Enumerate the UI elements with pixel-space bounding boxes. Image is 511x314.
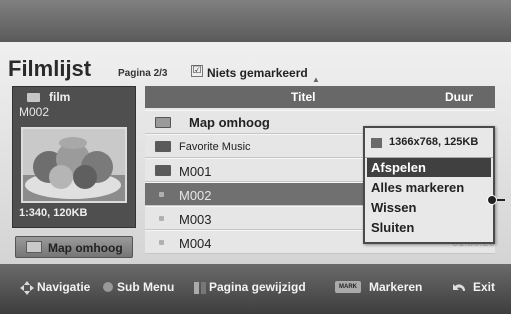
preview-info: 1:340, 120KB xyxy=(19,207,88,219)
hint-mark: Markeren xyxy=(369,280,423,294)
list-item-label: Map omhoog xyxy=(189,115,270,130)
list-item-label: M004 xyxy=(179,236,212,251)
folder-up-label: Map omhoog xyxy=(48,241,123,255)
mark-key-icon: MARK xyxy=(335,281,361,293)
preview-thumbnail xyxy=(21,127,127,203)
column-title: Titel xyxy=(291,90,316,104)
list-item-label: M001 xyxy=(179,164,212,179)
context-menu: 1366x768, 125KB Afspelen Alles markeren … xyxy=(363,126,495,244)
file-resolution-size: 1366x768, 125KB xyxy=(389,136,479,148)
list-item-label: M003 xyxy=(179,212,212,227)
page-indicator: Pagina 2/3 xyxy=(118,68,168,79)
list-header: Titel Duur xyxy=(145,86,495,108)
scroll-up-icon[interactable]: ▲ xyxy=(312,75,320,84)
file-info: 1366x768, 125KB xyxy=(367,130,491,156)
selection-status: Niets gemarkeerd xyxy=(207,66,308,80)
folder-icon xyxy=(155,165,171,176)
top-bar xyxy=(0,0,511,42)
column-duration: Duur xyxy=(445,90,473,104)
page-change-icon xyxy=(194,282,206,294)
preview-type-label: film xyxy=(49,90,71,104)
exit-icon xyxy=(453,284,466,291)
navigation-icon xyxy=(20,281,34,295)
hint-page-change: Pagina gewijzigd xyxy=(209,280,306,294)
page-title: Filmlijst xyxy=(8,56,92,81)
video-file-icon xyxy=(159,216,164,221)
film-folder-icon xyxy=(27,93,40,102)
callout-dot xyxy=(487,195,497,205)
menu-item-delete[interactable]: Wissen xyxy=(367,198,491,217)
preview-file-name: M002 xyxy=(19,105,50,119)
folder-icon xyxy=(155,141,171,152)
menu-button-icon xyxy=(103,282,113,292)
info-icon xyxy=(371,138,382,148)
menu-item-play[interactable]: Afspelen xyxy=(367,158,491,177)
bottom-bar: Navigatie Sub Menu Pagina gewijzigd MARK… xyxy=(0,264,511,314)
hint-exit: Exit xyxy=(473,280,496,294)
checkbox-icon: ☑ xyxy=(191,65,203,77)
menu-item-mark-all[interactable]: Alles markeren xyxy=(367,178,491,197)
folder-up-icon xyxy=(155,117,171,128)
list-item-label: Favorite Music xyxy=(179,141,251,153)
hint-submenu: Sub Menu xyxy=(117,280,175,294)
hint-navigation: Navigatie xyxy=(37,280,91,294)
preview-pane: film M002 1:340, 120KB xyxy=(12,86,136,228)
menu-item-close[interactable]: Sluiten xyxy=(367,218,491,237)
fruit-image xyxy=(23,129,125,201)
folder-up-icon xyxy=(26,241,42,253)
video-file-icon xyxy=(159,192,164,197)
list-item-label: M002 xyxy=(179,188,212,203)
video-file-icon xyxy=(159,240,164,245)
folder-up-button[interactable]: Map omhoog xyxy=(15,236,133,258)
